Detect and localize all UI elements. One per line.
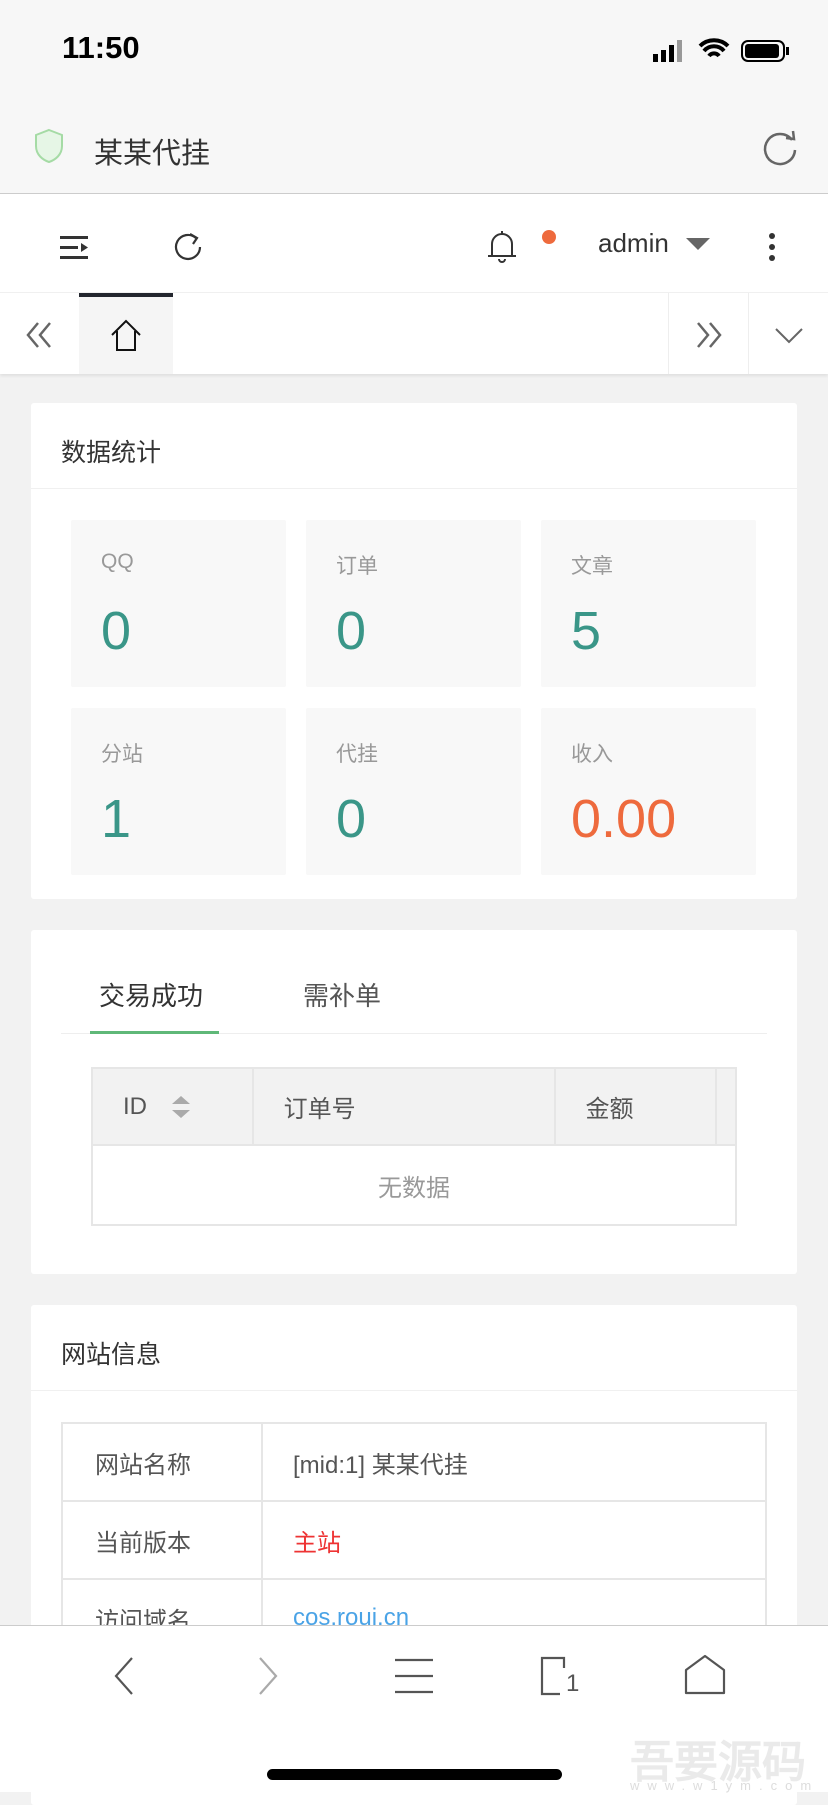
site-info-title: 网站信息 (31, 1305, 797, 1391)
table-row: 网站名称 [mid:1] 某某代挂 (61, 1422, 767, 1502)
stat-orders: 订单 0 (306, 520, 521, 687)
notification-bell-icon[interactable] (486, 228, 518, 266)
stat-articles: 文章 5 (541, 520, 756, 687)
tab-needs-reorder[interactable]: 需补单 (303, 976, 381, 1013)
status-bar: 11:50 (0, 0, 828, 100)
forward-icon[interactable] (256, 1656, 280, 1696)
stat-daigua: 代挂 0 (306, 708, 521, 875)
status-time: 11:50 (62, 30, 140, 65)
page-tabs-bar (0, 293, 828, 374)
shield-icon (35, 128, 63, 164)
tab-success[interactable]: 交易成功 (99, 976, 203, 1013)
home-icon (111, 319, 141, 351)
user-dropdown-caret-icon[interactable] (686, 238, 710, 250)
app-header: admin (0, 194, 828, 293)
tabs-dropdown-icon[interactable] (774, 327, 804, 345)
site-title: 某某代挂 (94, 138, 211, 170)
browser-bottom-bar: 1 吾要源码 www.w1ym.com (0, 1625, 828, 1793)
status-icons (653, 38, 789, 62)
tab-home[interactable] (79, 293, 173, 374)
tabs-count[interactable]: 1 (566, 1670, 579, 1698)
col-amount: 金额 (553, 1067, 718, 1146)
user-menu[interactable]: admin (598, 228, 669, 259)
stats-card-title: 数据统计 (31, 403, 797, 489)
menu-toggle-icon[interactable] (60, 234, 92, 262)
site-info-table: 网站名称 [mid:1] 某某代挂 当前版本 主站 访问域名 cos.roui.cn (61, 1422, 767, 1658)
stat-substations: 分站 1 (71, 708, 286, 875)
home-indicator (267, 1769, 562, 1780)
scroll-left-icon[interactable] (24, 321, 54, 349)
empty-text: 无数据 (91, 1144, 737, 1226)
reload-icon[interactable] (760, 128, 800, 168)
stats-card: 数据统计 QQ 0 订单 0 文章 5 分站 1 代挂 0 收入 0.00 (31, 403, 797, 899)
more-vertical-icon[interactable] (768, 232, 776, 262)
watermark-url: www.w1ym.com (630, 1778, 820, 1793)
active-tab-underline (90, 1031, 219, 1034)
table-row: 当前版本 主站 (61, 1500, 767, 1580)
stat-income: 收入 0.00 (541, 708, 756, 875)
orders-card: 交易成功 需补单 ID 订单号 金额 无数据 (31, 930, 797, 1274)
home-icon[interactable] (684, 1654, 726, 1696)
stat-qq: QQ 0 (71, 520, 286, 687)
col-order-no: 订单号 (251, 1067, 556, 1146)
browser-address-bar: 某某代挂 (0, 100, 828, 194)
col-id[interactable]: ID (91, 1067, 254, 1146)
refresh-icon[interactable] (172, 230, 204, 264)
sort-icon[interactable] (170, 1094, 192, 1120)
scroll-right-icon[interactable] (694, 321, 724, 349)
orders-table: ID 订单号 金额 无数据 (91, 1067, 737, 1226)
notification-badge (542, 230, 556, 244)
back-icon[interactable] (112, 1656, 136, 1696)
menu-icon[interactable] (394, 1658, 434, 1694)
